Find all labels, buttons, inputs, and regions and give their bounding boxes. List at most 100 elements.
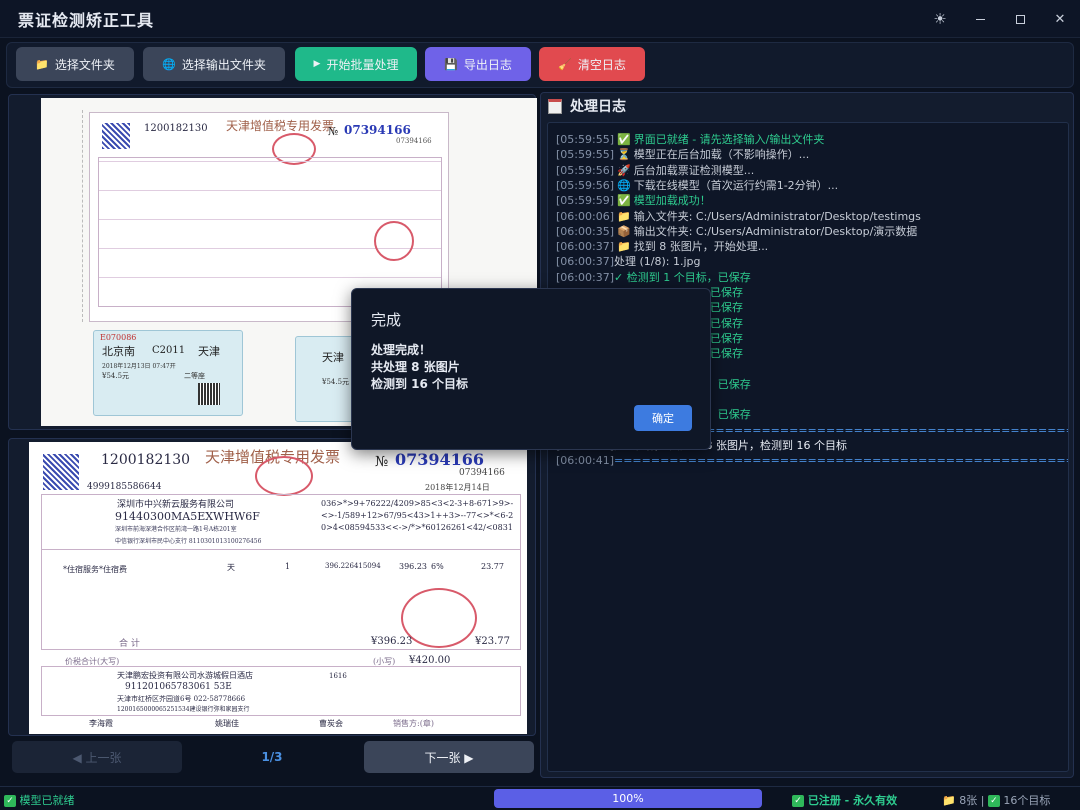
log-text: 已保存 — [710, 347, 743, 361]
buyer-name: 深圳市中兴新云服务有限公司 — [117, 500, 235, 510]
select-output-folder-button[interactable]: 🌐 选择输出文件夹 — [143, 47, 285, 81]
seller-seal-label: 销售方:(章) — [393, 719, 434, 728]
log-line: [06:00:06] 📁 输入文件夹: C:/Users/Administrator… — [556, 210, 921, 224]
status-bar: ✓ 模型已就绪 100% ✓ 已注册 - 永久有效 📁 8张 | ✓ 16个目标 — [0, 786, 1080, 810]
invoice-number-large: 07394166 — [395, 450, 485, 469]
start-batch-button[interactable]: ▶ 开始批量处理 — [295, 47, 417, 81]
dialog-title: 完成 — [371, 311, 402, 329]
total-tax: ¥23.77 — [475, 636, 510, 647]
item-unit: 天 — [227, 563, 235, 572]
log-icon: 📁 — [617, 209, 631, 223]
log-header: 处理日志 — [548, 96, 626, 116]
log-line: [06:00:37]处理 (1/8): 1.jpg — [556, 255, 701, 269]
log-text: 后台加载票证检测模型... — [633, 163, 755, 177]
check-icon: ✓ — [792, 795, 804, 807]
log-line: [05:59:55] ✅ 界面已就绪 - 请先选择输入/输出文件夹 — [556, 133, 824, 147]
folder-icon: 📁 — [942, 794, 956, 807]
log-icon: 📁 — [617, 240, 631, 254]
log-line: [05:59:55] ⏳ 模型正在后台加载（不影响操作）... — [556, 148, 809, 162]
ticket-train: C2011 — [152, 345, 186, 356]
log-icon: ⏳ — [617, 148, 631, 162]
log-line: [06:00:37]✓ 检测到 1 个目标，已保存 — [556, 271, 751, 285]
model-status: ✓ 模型已就绪 — [4, 792, 75, 808]
invoice-code-large: 1200182130 — [101, 452, 191, 468]
toolbar: 📁 选择文件夹 🌐 选择输出文件夹 ▶ 开始批量处理 💾 导出日志 🧹 清空日志 — [6, 42, 1074, 88]
seller-block — [41, 666, 521, 716]
log-text: 已保存 — [710, 331, 743, 345]
select-folder-button[interactable]: 📁 选择文件夹 — [16, 47, 134, 81]
check-icon: ✓ — [987, 795, 1000, 807]
seal-red-large — [255, 456, 313, 496]
log-line: 已保存 — [710, 332, 743, 346]
machine-number: 4999185586644 — [87, 482, 162, 492]
invoice-small-code-large: 07394166 — [459, 468, 505, 478]
payee: 李海霞 — [89, 719, 113, 728]
item-price: 396.226415094 — [325, 562, 381, 570]
ticket-seat: 二等座 — [184, 372, 205, 380]
registration-status: ✓ 已注册 - 永久有效 — [792, 792, 897, 808]
maximize-button[interactable] — [1000, 0, 1040, 38]
theme-toggle-icon[interactable]: ☀ — [920, 0, 960, 38]
log-line: [06:00:41]==============================… — [556, 454, 1068, 468]
log-timestamp: [06:00:37] — [556, 270, 614, 284]
item-rate: 6% — [431, 562, 444, 571]
ticket-right-from: 天津 — [322, 351, 344, 364]
progress-label: 100% — [612, 792, 644, 805]
folder-icon: 📁 — [35, 57, 49, 71]
log-icon: ✅ — [617, 194, 631, 208]
invoice-title: 天津增值税专用发票 — [226, 119, 335, 133]
log-line: [06:00:35] 📦 输出文件夹: C:/Users/Administrator… — [556, 225, 917, 239]
close-button[interactable]: ✕ — [1040, 0, 1080, 38]
log-timestamp: [06:00:41] — [556, 454, 614, 468]
next-button[interactable]: 下一张 ▶ — [364, 741, 534, 773]
log-line: [06:00:37] 📁 找到 8 张图片，开始处理... — [556, 240, 768, 254]
seller-name: 天津鹏宏投资有限公司水游城假日酒店 — [117, 671, 253, 680]
log-timestamp: [05:59:56] — [556, 163, 614, 177]
dialog-line-2: 共处理 8 张图片 — [371, 360, 460, 374]
log-icon: 📦 — [617, 224, 631, 238]
log-text: 输入文件夹: C:/Users/Administrator/Desktop/te… — [633, 209, 921, 223]
log-text: 模型加载成功！ — [633, 194, 711, 208]
ticket-right-price: ¥54.5元 — [322, 378, 350, 386]
log-text: 模型正在后台加载（不影响操作）... — [633, 148, 810, 162]
invoice-number-label-large: № — [375, 454, 389, 470]
dialog-ok-button[interactable]: 确定 — [634, 405, 692, 431]
dialog-line-1: 处理完成！ — [371, 343, 432, 357]
export-log-button[interactable]: 💾 导出日志 — [425, 47, 531, 81]
globe-icon: 🌐 — [162, 57, 176, 71]
log-text: ✓ 检测到 1 个目标，已保存 — [614, 270, 751, 284]
log-text: 找到 8 张图片，开始处理... — [633, 240, 769, 254]
seal-red-2 — [374, 221, 414, 261]
log-text: 界面已就绪 - 请先选择输入/输出文件夹 — [633, 133, 825, 146]
progress-bar: 100% — [494, 789, 762, 808]
cipher-area: 036>*>9+76222/4209>85<3<2-3+8-671>9>-<>-… — [321, 499, 514, 532]
window-controls: ☀ ✕ — [920, 0, 1080, 38]
minimize-button[interactable] — [960, 0, 1000, 38]
invoice-number-label: № — [328, 125, 339, 138]
remark: 1616 — [329, 672, 347, 680]
prev-button[interactable]: ◀ 上一张 — [12, 741, 182, 773]
log-line: 已保存 — [710, 286, 743, 300]
log-icon: ✅ — [617, 133, 631, 146]
log-line: 已保存 — [710, 347, 743, 361]
total-label: 合 计 — [119, 639, 140, 649]
tax-total-number: ¥420.00 — [409, 655, 451, 666]
buyer-address: 深圳市前海深港合作区前湾一路1号A栋201室 — [115, 526, 237, 533]
log-text: 下载在线模型（首次运行约需1-2分钟）... — [633, 178, 839, 192]
item-amount: 396.23 — [399, 562, 427, 571]
app-title: 票证检测矫正工具 — [18, 10, 155, 30]
clear-log-button[interactable]: 🧹 清空日志 — [539, 47, 645, 81]
dialog-line-3: 检测到 16 个目标 — [371, 377, 469, 391]
log-text: 已保存 — [710, 316, 743, 330]
play-icon: ▶ — [313, 59, 321, 69]
broom-icon: 🧹 — [558, 57, 572, 71]
log-text: 已保存 — [710, 286, 743, 299]
ticket-price: ¥54.5元 — [102, 372, 130, 380]
total-amount: ¥396.23 — [371, 636, 413, 647]
log-text: ========================================… — [614, 454, 1068, 468]
completion-dialog: 完成 处理完成！ 共处理 8 张图片 检测到 16 个目标 确定 — [351, 288, 711, 450]
floppy-icon: 💾 — [444, 57, 458, 71]
log-timestamp: [06:00:35] — [556, 224, 614, 238]
log-line: [05:59:56] 🌐 下载在线模型（首次运行约需1-2分钟）... — [556, 179, 838, 193]
log-line: 已保存 — [710, 317, 743, 331]
